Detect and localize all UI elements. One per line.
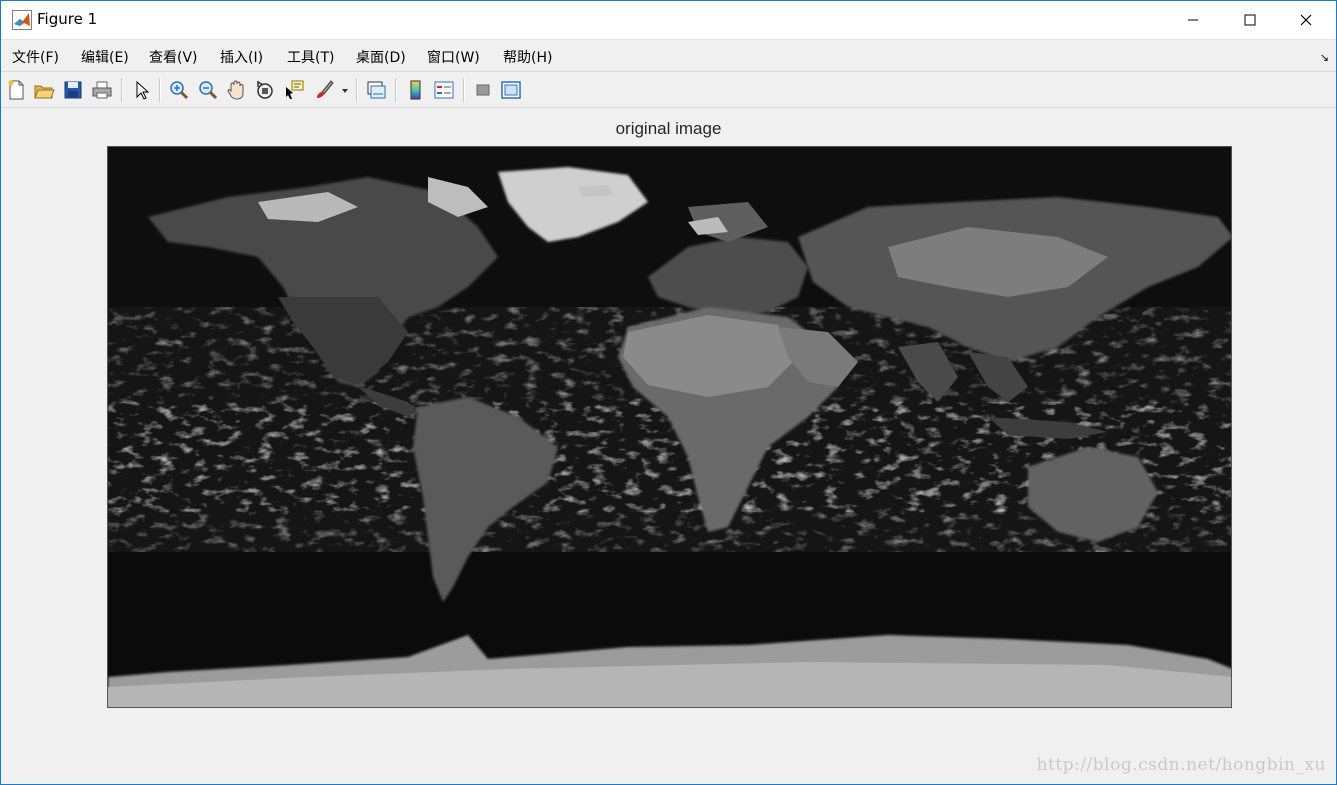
show-plot-tools-icon[interactable] (500, 79, 522, 101)
link-plot-icon[interactable] (365, 79, 387, 101)
menu-insert[interactable]: 插入(I) (220, 47, 263, 67)
figure-toolbar (1, 71, 1336, 108)
toolbar-separator (356, 78, 358, 102)
menu-desktop[interactable]: 桌面(D) (356, 47, 406, 67)
window-title: Figure 1 (37, 10, 98, 28)
toolbar-separator (463, 78, 465, 102)
edit-plot-icon[interactable] (131, 79, 153, 101)
save-icon[interactable] (62, 79, 84, 101)
data-cursor-icon[interactable] (283, 79, 305, 101)
dock-arrow-icon[interactable]: ↘ (1320, 51, 1329, 64)
toolbar-separator (395, 78, 397, 102)
legend-icon[interactable] (433, 79, 455, 101)
hide-plot-tools-icon[interactable] (472, 79, 494, 101)
minimize-button[interactable] (1165, 1, 1221, 39)
menu-bar: 文件(F) 编辑(E) 查看(V) 插入(I) 工具(T) 桌面(D) 窗口(W… (1, 39, 1336, 72)
open-file-icon[interactable] (33, 79, 55, 101)
menu-file[interactable]: 文件(F) (12, 47, 59, 67)
menu-help[interactable]: 帮助(H) (503, 47, 552, 67)
title-bar: Figure 1 (1, 1, 1336, 39)
rotate-3d-icon[interactable] (254, 79, 276, 101)
toolbar-separator (159, 78, 161, 102)
close-button[interactable] (1278, 1, 1334, 39)
pan-icon[interactable] (225, 79, 247, 101)
maximize-button[interactable] (1222, 1, 1278, 39)
zoom-in-icon[interactable] (168, 79, 190, 101)
print-icon[interactable] (91, 79, 113, 101)
new-figure-icon[interactable] (5, 79, 27, 101)
axes-title: original image (615, 119, 722, 138)
menu-window[interactable]: 窗口(W) (427, 47, 480, 67)
watermark-text: http://blog.csdn.net/hongbin_xu (1036, 755, 1326, 775)
world-map-image (108, 147, 1231, 707)
matlab-logo-icon (12, 10, 32, 30)
menu-view[interactable]: 查看(V) (149, 47, 198, 67)
zoom-out-icon[interactable] (197, 79, 219, 101)
menu-tools[interactable]: 工具(T) (287, 47, 334, 67)
figure-window: Figure 1 文件(F) 编辑(E) 查看(V) 插入(I) 工具(T) 桌… (0, 0, 1337, 785)
brush-dropdown-icon[interactable] (339, 79, 351, 101)
image-axes[interactable] (107, 146, 1232, 708)
menu-edit[interactable]: 编辑(E) (81, 47, 129, 67)
colorbar-icon[interactable] (405, 79, 427, 101)
toolbar-separator (121, 78, 123, 102)
brush-icon[interactable] (313, 79, 335, 101)
